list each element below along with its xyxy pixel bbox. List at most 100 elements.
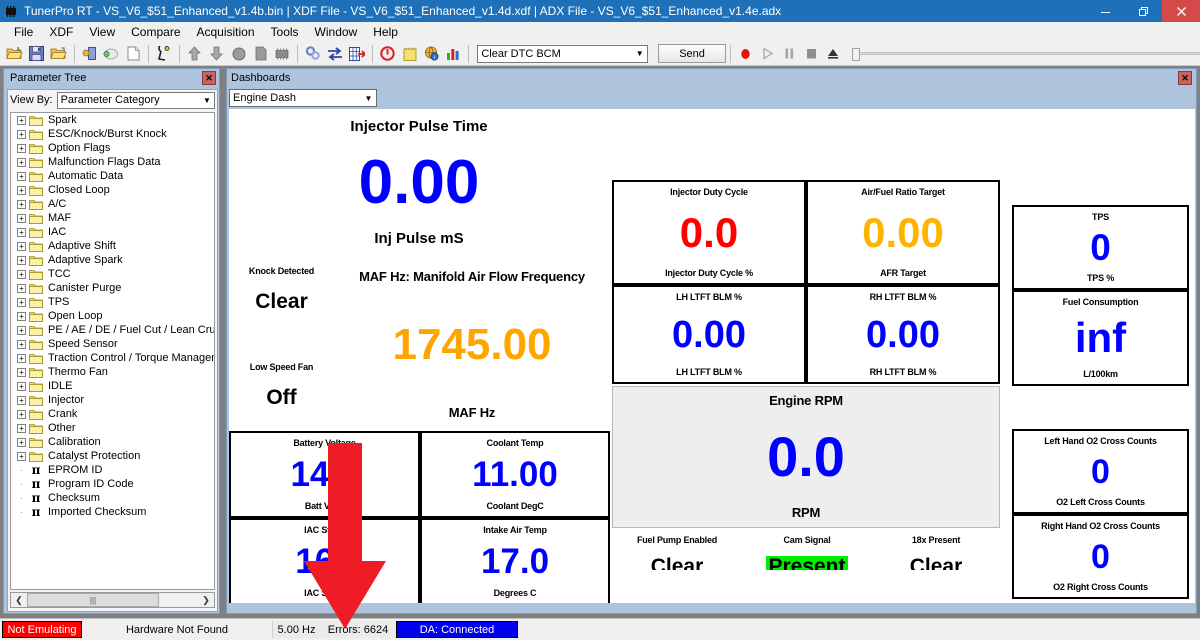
expand-icon[interactable]: + (17, 297, 26, 307)
gauge-rh-ltft-blm[interactable]: RH LTFT BLM % 0.00 RH LTFT BLM % (806, 285, 1000, 384)
expand-icon[interactable]: + (17, 157, 26, 167)
expand-icon[interactable]: + (17, 339, 26, 349)
tree-item[interactable]: + Thermo Fan (11, 365, 214, 379)
expand-icon[interactable]: + (17, 213, 26, 223)
expand-icon[interactable]: + (17, 171, 26, 181)
dashboard-select[interactable]: Engine Dash ▼ (229, 89, 377, 107)
download-arrow-icon[interactable] (206, 43, 228, 65)
eject-icon[interactable] (822, 43, 844, 65)
chevron-left-icon[interactable]: ❮ (11, 593, 27, 607)
bar-chart-icon[interactable] (442, 43, 464, 65)
hook-icon[interactable] (153, 43, 175, 65)
gauge-low-speed-fan[interactable]: Low Speed Fan Off (229, 357, 334, 429)
tree-item[interactable]: + Crank (11, 407, 214, 421)
expand-icon[interactable]: + (17, 129, 26, 139)
chip-icon[interactable] (271, 43, 293, 65)
tree-item[interactable]: + TCC (11, 267, 214, 281)
tree-item[interactable]: + Adaptive Spark (11, 253, 214, 267)
chevron-right-icon[interactable]: ❯ (198, 593, 214, 607)
upload-arrow-icon[interactable] (184, 43, 206, 65)
new-file-icon[interactable] (122, 43, 144, 65)
gauge-rh-o2-cross-counts[interactable]: Right Hand O2 Cross Counts 0 O2 Right Cr… (1012, 514, 1189, 599)
expand-icon[interactable]: + (17, 353, 26, 363)
gauge-coolant-temp[interactable]: Coolant Temp 11.00 Coolant DegC (420, 431, 610, 518)
tree-item[interactable]: + Spark (11, 113, 214, 127)
tree-item[interactable]: + Automatic Data (11, 169, 214, 183)
tree-item[interactable]: + ESC/Knock/Burst Knock (11, 127, 214, 141)
tree-item[interactable]: + Injector (11, 393, 214, 407)
gauge-18x-present[interactable]: 18x Present Clear (872, 532, 1000, 570)
chevron-down-icon[interactable]: ▼ (361, 94, 376, 103)
view-by-combo[interactable]: Parameter Category ▼ (56, 91, 215, 109)
slider-thumb[interactable] (852, 47, 861, 61)
gauge-lh-ltft-blm[interactable]: LH LTFT BLM % 0.00 LH LTFT BLM % (612, 285, 806, 384)
tree-item[interactable]: + IDLE (11, 379, 214, 393)
menu-window[interactable]: Window (307, 23, 366, 41)
stop-icon[interactable] (800, 43, 822, 65)
menu-help[interactable]: Help (365, 23, 406, 41)
expand-icon[interactable]: + (17, 395, 26, 405)
gauge-knock-detected[interactable]: Knock Detected Clear (229, 261, 334, 356)
import-icon[interactable] (79, 43, 101, 65)
expand-icon[interactable]: + (17, 227, 26, 237)
expand-icon[interactable]: + (17, 283, 26, 293)
menu-file[interactable]: File (6, 23, 41, 41)
gauge-fuel-consumption[interactable]: Fuel Consumption inf L/100km (1012, 290, 1189, 386)
dtc-icon[interactable] (377, 43, 399, 65)
expand-icon[interactable]: + (17, 185, 26, 195)
command-combo[interactable]: Clear DTC BCM ▼ (477, 44, 649, 63)
expand-icon[interactable]: + (17, 115, 26, 125)
tree-item[interactable]: · π Checksum (11, 491, 214, 505)
expand-icon[interactable]: + (17, 325, 26, 335)
tree-item[interactable]: + A/C (11, 197, 214, 211)
tree-item[interactable]: + Adaptive Shift (11, 239, 214, 253)
tree-item[interactable]: + Malfunction Flags Data (11, 155, 214, 169)
tree-item[interactable]: · π Program ID Code (11, 477, 214, 491)
parameter-tree-list[interactable]: + Spark + ESC/Knock/Burst Knock + Option Flag… (10, 112, 215, 590)
expand-icon[interactable]: + (17, 199, 26, 209)
open-recent-icon[interactable] (48, 43, 70, 65)
expand-icon[interactable]: + (17, 143, 26, 153)
tree-item[interactable]: + MAF (11, 211, 214, 225)
tree-item[interactable]: + Canister Purge (11, 281, 214, 295)
tree-item[interactable]: + Calibration (11, 435, 214, 449)
tree-item[interactable]: + Other (11, 421, 214, 435)
dashboards-close-icon[interactable]: ✕ (1178, 71, 1192, 85)
chevron-down-icon[interactable]: ▼ (632, 46, 647, 62)
menu-xdf[interactable]: XDF (41, 23, 81, 41)
tree-item[interactable]: + Option Flags (11, 141, 214, 155)
menu-view[interactable]: View (81, 23, 123, 41)
gauge-tps[interactable]: TPS 0 TPS % (1012, 205, 1189, 290)
menu-compare[interactable]: Compare (123, 23, 188, 41)
expand-icon[interactable]: + (17, 311, 26, 321)
tree-item[interactable]: + IAC (11, 225, 214, 239)
tree-item[interactable]: + Catalyst Protection (11, 449, 214, 463)
tree-item[interactable]: + Closed Loop (11, 183, 214, 197)
expand-icon[interactable]: + (17, 451, 26, 461)
tree-item[interactable]: + PE / AE / DE / Fuel Cut / Lean Cruise /… (11, 323, 214, 337)
circle-icon[interactable] (228, 43, 250, 65)
play-icon[interactable] (757, 43, 779, 65)
expand-icon[interactable]: + (17, 255, 26, 265)
gauge-lh-o2-cross-counts[interactable]: Left Hand O2 Cross Counts 0 O2 Left Cros… (1012, 429, 1189, 514)
parameter-tree-close-icon[interactable]: ✕ (202, 71, 216, 85)
hscroll-thumb[interactable]: ||| (27, 593, 159, 607)
tree-item[interactable]: + Traction Control / Torque Management / (11, 351, 214, 365)
swap-icon[interactable] (324, 43, 346, 65)
gears-icon[interactable] (302, 43, 324, 65)
open-folder-icon[interactable] (4, 43, 26, 65)
globe-icon[interactable]: i (421, 43, 443, 65)
gauge-afr-target[interactable]: Air/Fuel Ratio Target 0.00 AFR Target (806, 180, 1000, 285)
gauge-injector-pulse[interactable]: Injector Pulse Time 0.00 Inj Pulse mS (229, 109, 609, 257)
maximize-restore-button[interactable] (1124, 0, 1162, 22)
send-button[interactable]: Send (658, 44, 726, 63)
tree-item[interactable]: + Open Loop (11, 309, 214, 323)
notes-icon[interactable] (399, 43, 421, 65)
expand-icon[interactable]: + (17, 423, 26, 433)
gauge-intake-air-temp[interactable]: Intake Air Temp 17.0 Degrees C (420, 518, 610, 603)
expand-icon[interactable]: + (17, 381, 26, 391)
gauge-injector-duty-cycle[interactable]: Injector Duty Cycle 0.0 Injector Duty Cy… (612, 180, 806, 285)
save-icon[interactable] (26, 43, 48, 65)
tree-item[interactable]: + TPS (11, 295, 214, 309)
gauge-cam-signal[interactable]: Cam Signal Present (742, 532, 872, 570)
